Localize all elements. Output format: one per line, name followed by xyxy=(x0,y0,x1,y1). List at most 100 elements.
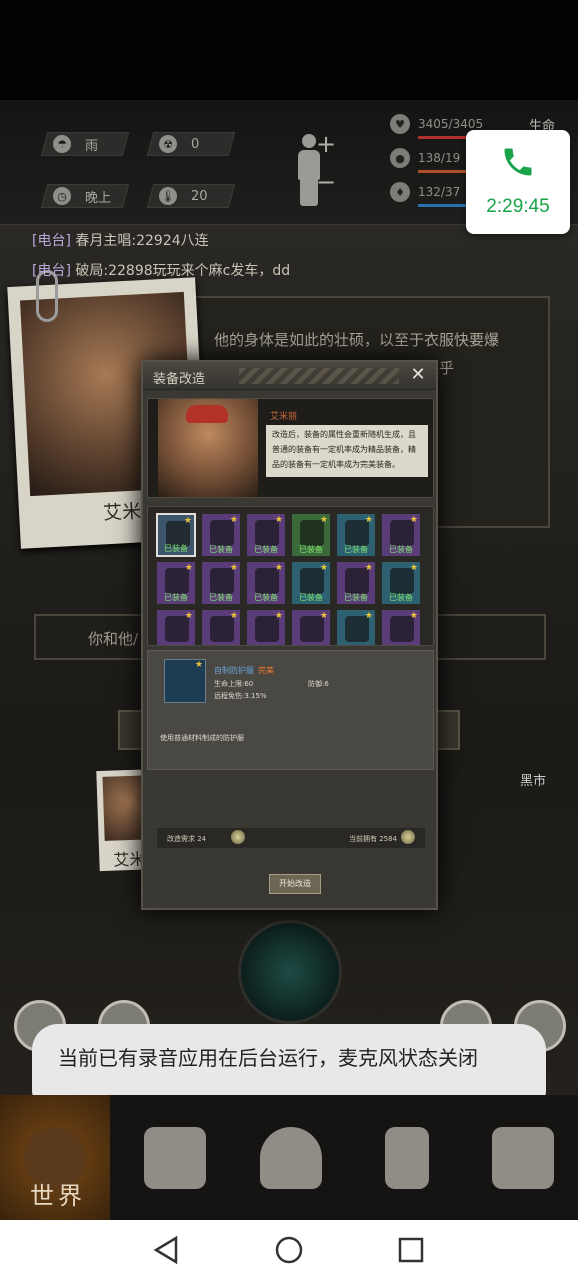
equipped-tag: 已装备 xyxy=(209,593,233,602)
home-icon[interactable] xyxy=(275,1236,303,1264)
equipped-tag: 已装备 xyxy=(164,593,188,602)
equipped-tag: 已装备 xyxy=(389,593,413,602)
radar-button[interactable] xyxy=(238,920,342,1024)
star-icon: ★ xyxy=(229,611,238,621)
dialog-title: 装备改造 xyxy=(153,372,206,387)
weather-stat: ☂ 雨 xyxy=(40,132,130,156)
item-hp-stat: 生命上限:60 xyxy=(214,680,254,688)
chat-line: [电台] 破局:22898玩玩来个麻c发车，dd xyxy=(32,263,291,279)
equipped-tag: 已装备 xyxy=(344,545,368,554)
item-ranged-stat: 远程免伤:3.15% xyxy=(214,692,267,700)
equipment-slot[interactable]: ★ 已装备 xyxy=(381,513,421,557)
equipment-slot[interactable]: ★ xyxy=(246,609,286,645)
equipped-tag: 已装备 xyxy=(254,593,278,602)
equipment-slot[interactable]: ★ 已装备 xyxy=(201,513,241,557)
dialog-titlebar: 装备改造 xyxy=(143,362,436,390)
requirement-bar: 改造需求 24 当前拥有 2584 xyxy=(157,828,425,848)
plus-icon: + xyxy=(316,130,337,158)
item-info-panel: ★ 自制防护服 完美 生命上限:60 防御:6 远程免伤:3.15% 使用普通材料… xyxy=(147,650,434,770)
equipment-slot[interactable]: ★ 已装备 xyxy=(381,561,421,605)
equipment-slot[interactable]: ★ xyxy=(291,609,331,645)
stomach-icon: ● xyxy=(390,148,410,168)
equipment-slot[interactable]: ★ 已装备 xyxy=(336,561,376,605)
system-nav-bar xyxy=(0,1220,578,1280)
star-icon: ★ xyxy=(409,563,418,573)
star-icon: ★ xyxy=(364,563,373,573)
star-icon: ★ xyxy=(364,611,373,621)
equipment-slot[interactable]: ★ 已装备 xyxy=(291,561,331,605)
backpack-icon xyxy=(144,1126,206,1189)
equipment-slot[interactable]: ★ xyxy=(381,609,421,645)
thermometer-icon: 🌡 xyxy=(159,187,177,205)
body-status-button[interactable]: + − xyxy=(282,130,338,210)
character-panel: 艾米丽 改造后，装备的属性会重新随机生成，且普通的装备有一定机率成为精品装备，精… xyxy=(147,398,434,498)
item-quality: 完美 xyxy=(258,666,274,675)
star-icon: ★ xyxy=(274,611,283,621)
heart-icon: ♥ xyxy=(390,114,410,134)
equipment-slot[interactable]: ★ 已装备 xyxy=(156,513,196,557)
phone-icon xyxy=(504,148,532,176)
protective-suit-icon: ★ xyxy=(164,659,206,703)
modify-description: 改造后，装备的属性会重新随机生成，且普通的装备有一定机率成为精品装备，精品的装备… xyxy=(266,425,428,477)
shopping-cart-icon xyxy=(492,1126,554,1189)
star-icon: ★ xyxy=(409,515,418,525)
nav-radio[interactable] xyxy=(352,1095,462,1220)
equipment-slot[interactable]: ★ 已装备 xyxy=(246,513,286,557)
walkie-talkie-icon xyxy=(385,1126,429,1189)
item-name: 自制防护服 完美 xyxy=(214,666,274,675)
coin-icon xyxy=(231,830,245,844)
coin-icon xyxy=(401,830,415,844)
radiation-stat: ☢ 0 xyxy=(146,132,236,156)
equipment-slot[interactable]: ★ 已装备 xyxy=(201,561,241,605)
rain-cloud-icon: ☂ xyxy=(53,135,71,153)
equipped-tag: 已装备 xyxy=(209,545,233,554)
equipped-tag: 已装备 xyxy=(164,544,188,553)
start-modify-button[interactable]: 开始改造 xyxy=(269,874,321,894)
minus-icon: − xyxy=(316,168,337,196)
close-icon[interactable]: ✕ xyxy=(408,366,428,386)
bottom-nav xyxy=(0,1095,578,1220)
equipment-slot[interactable]: ★ xyxy=(201,609,241,645)
star-icon: ★ xyxy=(229,515,238,525)
item-description: 使用普通材料制成的防护服 xyxy=(160,734,244,742)
equipment-slot[interactable]: ★ 已装备 xyxy=(291,513,331,557)
status-bar-area xyxy=(0,0,578,100)
equipment-slot[interactable]: ★ xyxy=(156,609,196,645)
nav-world-label: 世界 xyxy=(30,1182,86,1210)
clock-icon: ◷ xyxy=(53,187,71,205)
back-icon[interactable] xyxy=(153,1235,178,1265)
nav-backpack[interactable] xyxy=(120,1095,230,1220)
star-icon: ★ xyxy=(183,516,192,526)
star-icon: ★ xyxy=(319,611,328,621)
time-stat: ◷ 晚上 xyxy=(40,184,130,208)
droplet-icon: ♦ xyxy=(390,182,410,202)
equipped-tag: 已装备 xyxy=(344,593,368,602)
character-name: 艾米丽 xyxy=(270,412,298,422)
star-icon: ★ xyxy=(184,563,193,573)
star-icon: ★ xyxy=(274,515,283,525)
star-icon: ★ xyxy=(364,515,373,525)
equipped-tag: 已装备 xyxy=(254,545,278,554)
radiation-icon: ☢ xyxy=(159,135,177,153)
star-icon: ★ xyxy=(319,563,328,573)
nav-skills[interactable] xyxy=(236,1095,346,1220)
recents-icon[interactable] xyxy=(398,1237,424,1263)
item-defense-stat: 防御:6 xyxy=(308,680,329,688)
chat-line: [电台] 春月主唱:22924八连 xyxy=(32,233,209,249)
equipped-tag: 已装备 xyxy=(389,545,413,554)
temperature-stat: 🌡 20 xyxy=(146,184,236,208)
equipment-grid: ★ 已装备 ★ 已装备 ★ 已装备 ★ 已装备 ★ 已装备 ★ 已装备 ★ 已装备 ★ 已装备 ★ 已装备 ★ 已装备… xyxy=(147,506,434,646)
black-market-label[interactable]: 黑市 xyxy=(520,770,546,789)
equipment-modify-dialog: 装备改造 ✕ 艾米丽 改造后，装备的属性会重新随机生成，且普通的装备有一定机率成… xyxy=(141,360,438,910)
equipment-slot[interactable]: ★ 已装备 xyxy=(246,561,286,605)
owned-label: 当前拥有 2584 xyxy=(348,835,397,843)
equipment-slot[interactable]: ★ 已装备 xyxy=(336,513,376,557)
star-icon: ★ xyxy=(274,563,283,573)
head-gear-icon xyxy=(260,1126,322,1189)
equipment-slot[interactable]: ★ 已装备 xyxy=(156,561,196,605)
equipment-slot[interactable]: ★ xyxy=(336,609,376,645)
call-timer-widget[interactable]: 2:29:45 xyxy=(466,130,570,234)
nav-shop[interactable] xyxy=(468,1095,578,1220)
hazard-stripes xyxy=(239,368,399,384)
star-icon: ★ xyxy=(409,611,418,621)
